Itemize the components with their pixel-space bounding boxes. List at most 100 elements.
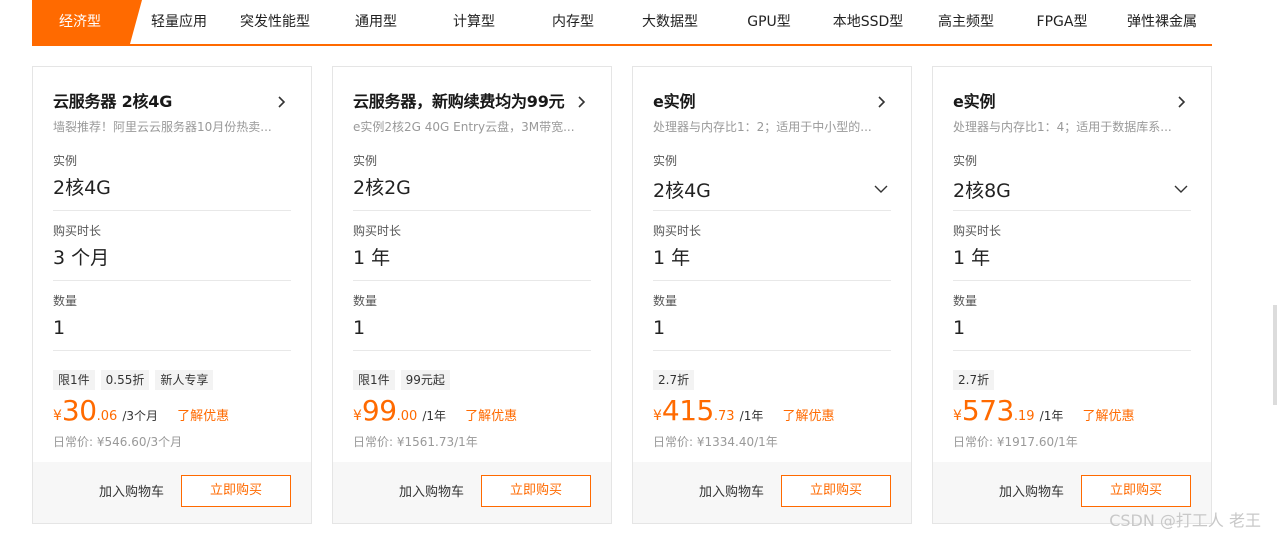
field-label: 实例 [953,154,978,168]
card-header[interactable]: 云服务器 2核4G [53,92,291,114]
tab-memory[interactable]: 内存型 [541,0,605,44]
field-value: 1 年 [353,247,391,269]
card-title: 云服务器 2核4G [53,92,173,111]
quantity-field: 数量 1 [353,293,591,351]
tab-bigdata[interactable]: 大数据型 [633,0,707,44]
card-footer: 加入购物车 立即购买 [33,462,311,523]
price-decimal: .06 [96,409,118,424]
card-subtitle: 处理器与内存比1：2；适用于中小型的... [653,120,872,134]
promo-tags: 限1件 0.55折 新人专享 [53,369,219,390]
promo-tag: 2.7折 [653,370,695,390]
regular-price: 日常价: ¥1334.40/1年 [653,435,778,449]
watermark: CSDN @打工人 老王 [1109,511,1261,530]
learn-more-link[interactable]: 了解优惠 [1082,409,1134,424]
tab-economy[interactable]: 经济型 [32,0,130,44]
buy-now-button[interactable]: 立即购买 [781,475,891,507]
price: ¥30.06 /3个月 了解优惠 [53,393,229,429]
field-label: 数量 [953,294,978,308]
price: ¥415.73 /1年 了解优惠 [653,393,834,429]
card-footer: 加入购物车 立即购买 [633,462,911,523]
card-header[interactable]: e实例 [953,92,1191,114]
learn-more-link[interactable]: 了解优惠 [782,409,834,424]
field-value: 3 个月 [53,247,110,269]
tab-gpu[interactable]: GPU型 [739,0,799,44]
card-title: e实例 [953,92,996,111]
instance-field: 实例 2核4G [53,153,291,211]
duration-field: 购买时长 1 年 [353,223,591,281]
tab-bare-metal[interactable]: 弹性裸金属 [1120,0,1204,44]
regular-price: 日常价: ¥1917.60/1年 [953,435,1078,449]
instance-field: 实例 2核2G [353,153,591,211]
field-label: 实例 [53,154,78,168]
price-unit: /1年 [422,409,447,423]
product-page: 经济型 轻量应用 突发性能型 通用型 计算型 内存型 大数据型 GPU型 本地S… [0,0,1277,537]
chevron-right-icon[interactable] [573,94,589,110]
chevron-right-icon[interactable] [273,94,289,110]
price-integer: 573 [961,394,1014,427]
field-label: 实例 [653,154,678,168]
promo-tag: 2.7折 [953,370,995,390]
learn-more-link[interactable]: 了解优惠 [465,409,517,424]
tab-fpga[interactable]: FPGA型 [1030,0,1094,44]
chevron-right-icon[interactable] [1173,94,1189,110]
buy-now-button[interactable]: 立即购买 [1081,475,1191,507]
price-integer: 415 [661,394,714,427]
add-to-cart-button[interactable]: 加入购物车 [699,481,764,500]
field-label: 购买时长 [353,224,402,238]
regular-price: 日常价: ¥1561.73/1年 [353,435,478,449]
field-label: 实例 [353,154,378,168]
card-header[interactable]: e实例 [653,92,891,114]
field-label: 购买时长 [953,224,1002,238]
promo-tag: 新人专享 [155,370,214,390]
tab-light-app[interactable]: 轻量应用 [142,0,216,44]
currency-symbol: ¥ [653,408,662,424]
field-label: 购买时长 [653,224,702,238]
promo-tags: 2.7折 [653,369,700,390]
regular-price: 日常价: ¥546.60/3个月 [53,435,183,449]
add-to-cart-button[interactable]: 加入购物车 [399,481,464,500]
price: ¥99.00 /1年 了解优惠 [353,393,517,429]
card-footer: 加入购物车 立即购买 [333,462,611,523]
chevron-right-icon[interactable] [873,94,889,110]
field-value: 1 [653,317,666,339]
card-title: e实例 [653,92,696,111]
buy-now-button[interactable]: 立即购买 [181,475,291,507]
field-value: 1 [53,317,66,339]
instance-select[interactable]: 实例 2核8G [953,153,1191,211]
promo-tags: 限1件 99元起 [353,369,456,390]
tab-burstable[interactable]: 突发性能型 [232,0,318,44]
field-label: 数量 [53,294,78,308]
promo-tag: 0.55折 [100,370,150,390]
add-to-cart-button[interactable]: 加入购物车 [99,481,164,500]
field-label: 购买时长 [53,224,102,238]
card-subtitle: e实例2核2G 40G Entry云盘，3M带宽... [353,120,575,134]
product-card: 云服务器 2核4G 墙裂推荐！阿里云云服务器10月份热卖... 实例 2核4G … [32,66,312,524]
currency-symbol: ¥ [353,408,362,424]
learn-more-link[interactable]: 了解优惠 [177,409,229,424]
chevron-down-icon[interactable] [873,181,889,197]
add-to-cart-button[interactable]: 加入购物车 [999,481,1064,500]
field-value: 1 年 [653,247,691,269]
currency-symbol: ¥ [953,408,962,424]
quantity-field: 数量 1 [653,293,891,351]
tab-general[interactable]: 通用型 [344,0,408,44]
buy-now-button[interactable]: 立即购买 [481,475,591,507]
tab-local-ssd[interactable]: 本地SSD型 [828,0,908,44]
promo-tag: 限1件 [353,370,395,390]
promo-tag: 99元起 [400,370,450,390]
chevron-down-icon[interactable] [1173,181,1189,197]
price-decimal: .00 [396,409,418,424]
instance-select[interactable]: 实例 2核4G [653,153,891,211]
promo-tags: 2.7折 [953,369,1000,390]
card-subtitle: 墙裂推荐！阿里云云服务器10月份热卖... [53,120,272,134]
price-integer: 30 [61,394,97,427]
card-header[interactable]: 云服务器，新购续费均为99元 [353,92,591,114]
tab-high-frequency[interactable]: 高主频型 [932,0,1000,44]
card-title: 云服务器，新购续费均为99元 [353,92,565,111]
category-tabs: 经济型 轻量应用 突发性能型 通用型 计算型 内存型 大数据型 GPU型 本地S… [32,0,1212,46]
field-value: 2核2G [353,177,411,199]
duration-field: 购买时长 3 个月 [53,223,291,281]
tab-compute[interactable]: 计算型 [442,0,506,44]
scrollbar[interactable] [1273,305,1277,405]
product-card: 云服务器，新购续费均为99元 e实例2核2G 40G Entry云盘，3M带宽.… [332,66,612,524]
